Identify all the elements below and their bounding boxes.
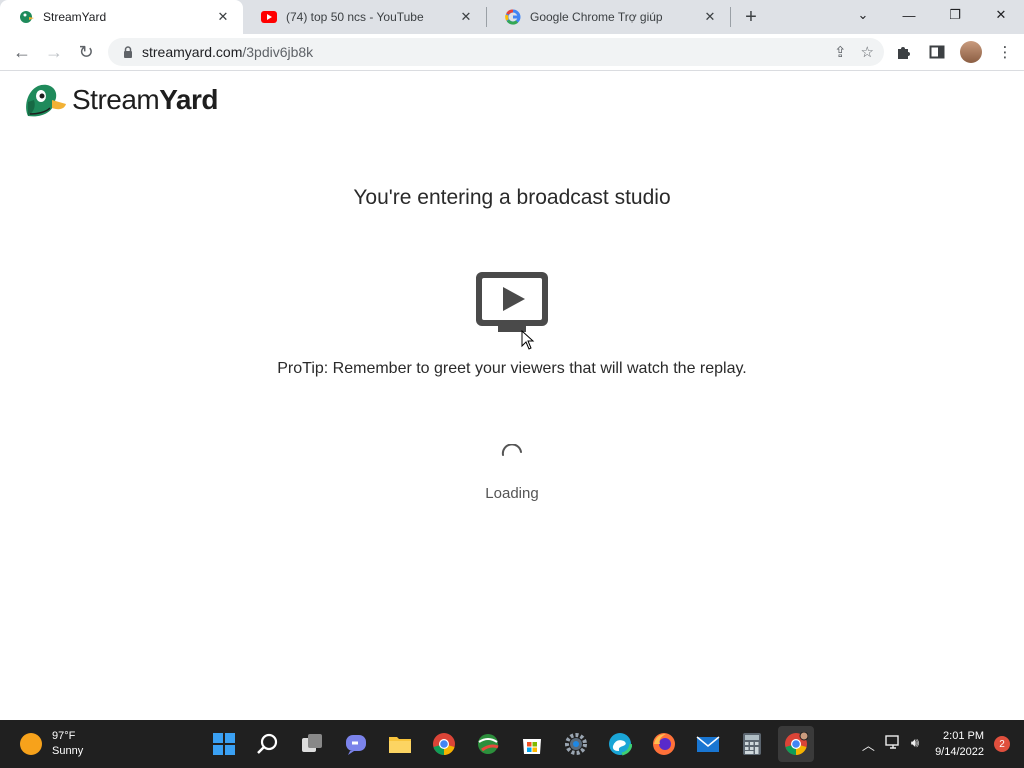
protip-text: ProTip: Remember to greet your viewers t… [277,360,747,377]
loading-spinner-icon [501,444,522,456]
chevron-up-icon[interactable]: ︿ [862,735,875,754]
google-icon [505,9,521,25]
windows-taskbar: 97°F Sunny ︿ 🔊︎ 2:01 PM 9/14/2022 2 [0,720,1024,768]
tab-title: StreamYard [43,10,107,24]
weather-temperature: 97°F [52,730,76,742]
microsoft-store-icon[interactable] [514,726,550,762]
loading-text: Loading [485,485,539,502]
lock-icon [124,46,132,58]
chrome-icon[interactable] [426,726,462,762]
tab-streamyard[interactable]: StreamYard ✕ [0,0,243,34]
network-icon[interactable] [885,734,901,754]
mail-icon[interactable] [690,726,726,762]
chrome-profile-icon[interactable] [778,726,814,762]
streamyard-duck-icon [18,9,34,25]
restore-button[interactable]: ❐ [932,0,978,30]
tab-title: Google Chrome Trợ giúp [530,10,663,24]
streamyard-duck-icon [26,84,66,117]
new-tab-button[interactable]: + [737,3,765,31]
system-tray: ︿ 🔊︎ 2:01 PM 9/14/2022 2 [862,720,1024,768]
minimize-button[interactable]: — [886,0,932,30]
logo-wordmark: StreamYard [72,84,218,116]
weather-widget[interactable]: 97°F Sunny [20,729,83,759]
more-menu-icon[interactable]: ⋮ [990,37,1020,67]
streamyard-logo[interactable]: StreamYard [24,82,218,118]
close-tab-icon[interactable]: ✕ [702,9,718,25]
close-tab-icon[interactable]: ✕ [215,9,231,25]
file-explorer-icon[interactable] [382,726,418,762]
page-content: StreamYard You're entering a broadcast s… [0,72,1024,720]
tab-chrome-help[interactable]: Google Chrome Trợ giúp ✕ [487,0,730,34]
edge-icon[interactable] [602,726,638,762]
volume-icon[interactable]: 🔊︎ [911,735,919,754]
task-view-icon[interactable] [294,726,330,762]
mouse-pointer-icon [521,330,535,350]
side-panel-icon[interactable] [922,37,952,67]
bookmark-star-icon[interactable]: ☆ [861,43,874,61]
tab-strip: StreamYard ✕ (74) top 50 ncs - YouTube ✕… [0,0,1024,34]
tab-title: (74) top 50 ncs - YouTube [286,10,424,24]
url-text: streamyard.com/3pdiv6jb8k [142,44,313,60]
tab-youtube[interactable]: (74) top 50 ncs - YouTube ✕ [243,0,486,34]
close-tab-icon[interactable]: ✕ [458,9,474,25]
clock-time: 2:01 PM [943,730,984,742]
reload-icon[interactable]: ↻ [70,36,102,68]
url-path: /3pdiv6jb8k [242,44,314,60]
logo-text-yard: Yard [159,84,218,115]
settings-gear-icon[interactable] [558,726,594,762]
search-icon[interactable] [250,726,286,762]
teams-chat-icon[interactable] [338,726,374,762]
firefox-icon[interactable] [646,726,682,762]
weather-description: Sunny [52,745,84,757]
windows-start-icon[interactable] [206,726,242,762]
clock-date: 9/14/2022 [935,746,984,758]
sun-icon [20,733,42,755]
notification-badge[interactable]: 2 [994,736,1010,752]
forward-arrow-icon[interactable]: → [38,36,70,68]
globe-app-icon[interactable] [470,726,506,762]
browser-toolbar: ← → ↻ streamyard.com/3pdiv6jb8k ⇪ ☆ ⋮ [0,34,1024,71]
logo-text-stream: Stream [72,84,160,115]
calculator-icon[interactable] [734,726,770,762]
url-host: streamyard.com [142,44,243,60]
tab-search-chevron-icon[interactable]: ⌄ [840,0,886,30]
back-arrow-icon[interactable]: ← [6,36,38,68]
address-bar[interactable]: streamyard.com/3pdiv6jb8k ⇪ ☆ [108,38,884,66]
tab-divider [730,7,731,27]
share-icon[interactable]: ⇪ [834,43,847,61]
extensions-puzzle-icon[interactable] [888,37,918,67]
broadcast-screen-play-icon [476,272,548,332]
page-heading: You're entering a broadcast studio [353,186,671,209]
clock[interactable]: 2:01 PM 9/14/2022 [935,728,984,760]
youtube-icon [261,9,277,25]
close-window-button[interactable]: ✕ [978,0,1024,30]
window-controls: ⌄ — ❐ ✕ [840,0,1024,30]
profile-avatar[interactable] [960,41,982,63]
